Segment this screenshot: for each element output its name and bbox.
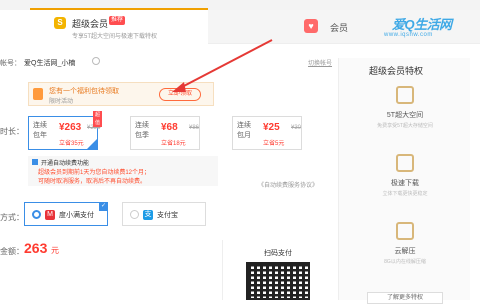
promo-banner: 您有一个福利包待领取 限时活动 立即领取 xyxy=(28,82,214,106)
selected-check-icon xyxy=(87,139,97,149)
site-logo-url: www.iqshw.com xyxy=(384,32,433,38)
claim-now-button[interactable]: 立即领取 xyxy=(159,88,201,101)
promo-subtitle: 限时活动 xyxy=(49,99,74,105)
benefits-panel: 超级会员特权 5T超大空间 免费享受5T超大存储空间 极速下载 立体下载更快更稳… xyxy=(338,58,471,304)
duration-label: 时长： xyxy=(0,127,24,136)
account-label: 帐号： xyxy=(0,60,21,67)
storage-icon xyxy=(396,86,414,104)
selected-corner-icon: ✓ xyxy=(99,202,108,211)
heart-outline-icon xyxy=(92,57,100,65)
benefit-name: 云解压 xyxy=(394,248,416,255)
auto-renew-box: 开通自动续费功能 超级会员到期前1天为您自动续费12个月； 可随时取消服务，取消… xyxy=(28,156,218,186)
payment-method-label: 方式： xyxy=(0,213,24,222)
amount-unit: 元 xyxy=(51,246,59,255)
plan-name: 连续包月 xyxy=(237,122,251,139)
cloud-unzip-icon xyxy=(396,222,414,240)
qr-code xyxy=(246,262,310,300)
benefit-cloud-unzip: 云解压 8G以内在线解压缩 xyxy=(339,222,471,265)
tab-super-member[interactable]: S 超级会员 推荐 专享5T超大空间与极速下载特权 xyxy=(30,8,208,44)
gift-icon xyxy=(33,88,43,100)
plan-original-price: ¥86 xyxy=(189,125,200,131)
plan-yearly[interactable]: 连续包年 ¥263 ¥298 立省35元 超值 xyxy=(28,111,103,150)
hot-badge: 推荐 xyxy=(109,16,126,25)
auto-renew-label: 开通自动续费功能 xyxy=(41,161,90,167)
duxiaoman-icon: M xyxy=(45,210,55,220)
radio-button[interactable] xyxy=(130,210,139,219)
payment-option-name: 支付宝 xyxy=(157,212,178,219)
account-value: 爱Q生活网_小楠 xyxy=(24,60,76,67)
more-benefits-button[interactable]: 了解更多特权 xyxy=(367,292,443,304)
switch-account-link[interactable]: 切换帐号 xyxy=(308,58,332,67)
plan-price: ¥25 xyxy=(263,122,280,133)
benefit-name: 极速下载 xyxy=(391,180,419,187)
member-heart-icon: ♥ xyxy=(304,19,318,33)
plan-savings: 立省5元 xyxy=(263,141,285,147)
plan-name: 连续包年 xyxy=(33,122,47,139)
benefit-desc: 立体下载更快更稳定 xyxy=(382,191,428,197)
plan-name: 连续包季 xyxy=(135,122,149,139)
auto-renew-checkbox[interactable] xyxy=(32,159,38,165)
tab-super-label: 超级会员 xyxy=(72,19,109,29)
benefit-desc: 8G以内在线解压缩 xyxy=(384,259,426,265)
lightning-icon xyxy=(396,154,414,172)
benefits-title: 超级会员特权 xyxy=(369,66,424,76)
benefit-fast-download: 极速下载 立体下载更快更稳定 xyxy=(339,154,471,197)
plan-monthly[interactable]: 连续包月 ¥25 ¥30 立省5元 xyxy=(232,116,302,150)
plan-badge: 超值 xyxy=(93,111,103,127)
payment-option-duxiaoman[interactable]: M 度小满支付 ✓ xyxy=(24,202,108,226)
benefit-desc: 免费享受5T超大存储空间 xyxy=(377,123,433,129)
scan-pay-title: 扫码支付 xyxy=(264,250,292,257)
plan-original-price: ¥30 xyxy=(291,125,302,131)
tab-member-label: 会员 xyxy=(330,23,349,33)
benefit-name: 5T超大空间 xyxy=(386,112,424,119)
amount-value: 263 xyxy=(24,240,48,256)
divider xyxy=(222,240,223,300)
benefit-storage: 5T超大空间 免费享受5T超大存储空间 xyxy=(339,86,471,129)
auto-renew-agreement-link[interactable]: 《自动续费服务协议》 xyxy=(258,180,318,189)
tab-super-subtitle: 专享5T超大空间与极速下载特权 xyxy=(72,34,158,40)
promo-title: 您有一个福利包待领取 xyxy=(49,88,119,95)
plan-savings: 立省35元 xyxy=(59,141,84,147)
super-member-icon: S xyxy=(54,17,66,29)
payment-option-alipay[interactable]: 支 支付宝 xyxy=(122,202,206,226)
amount-label: 金额： xyxy=(0,247,24,256)
auto-renew-note-2: 可随时取消服务，取消后不再自动续费。 xyxy=(38,179,147,185)
auto-renew-note-1: 超级会员到期前1天为您自动续费12个月； xyxy=(38,170,151,176)
plan-price: ¥263 xyxy=(59,122,82,133)
payment-option-name: 度小满支付 xyxy=(59,212,94,219)
plan-quarterly[interactable]: 连续包季 ¥68 ¥86 立省18元 xyxy=(130,116,200,150)
site-logo: 爱Q生活网 xyxy=(392,17,452,32)
alipay-icon: 支 xyxy=(143,210,153,220)
plan-price: ¥68 xyxy=(161,122,178,133)
radio-button[interactable] xyxy=(32,210,41,219)
plan-savings: 立省18元 xyxy=(161,141,186,147)
